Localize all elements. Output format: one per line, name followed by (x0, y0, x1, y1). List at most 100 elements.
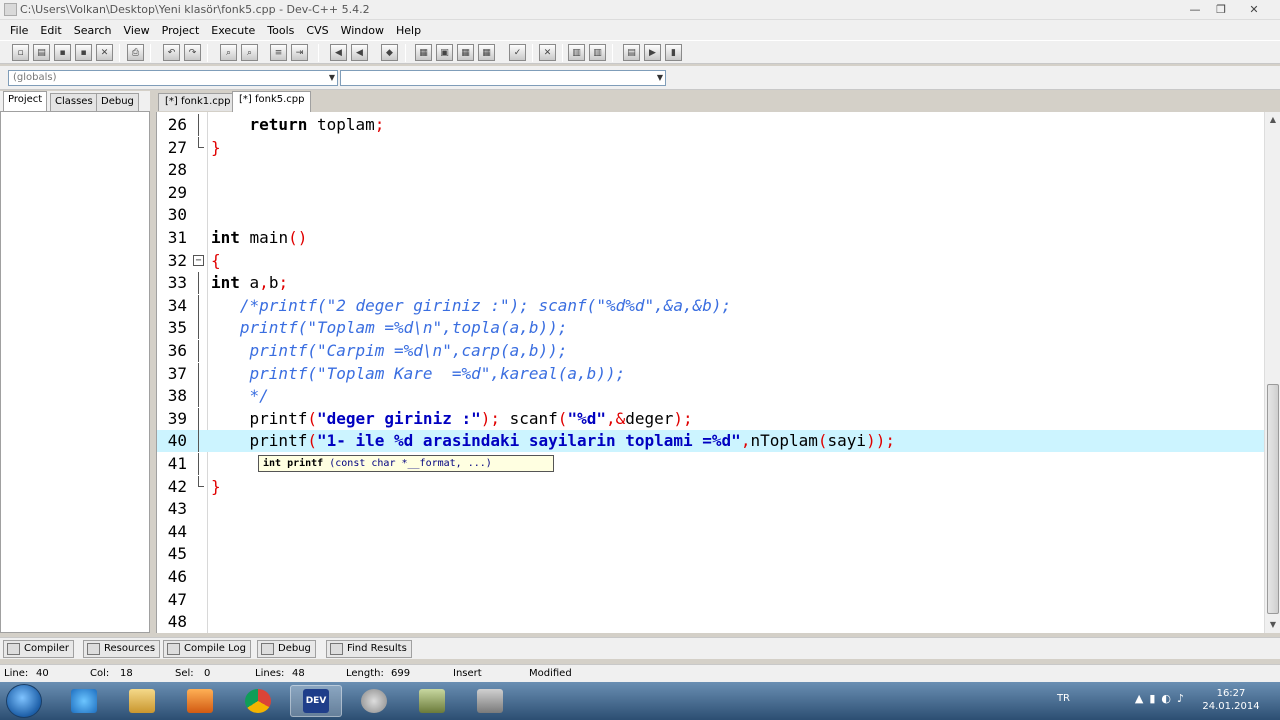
code-editor[interactable]: 26 return toplam; 27} 28 29 30 31 int main() 32… (156, 112, 1264, 633)
fold-marker[interactable]: − (193, 250, 205, 272)
undo-icon[interactable]: ↶ (163, 44, 180, 61)
profile-icon[interactable]: ▥ (568, 44, 585, 61)
rebuild-icon[interactable]: ▦ (478, 44, 495, 61)
tab-fonk5-cpp[interactable]: [*] fonk5.cpp (232, 91, 312, 112)
minimize-button[interactable]: — (1182, 0, 1208, 18)
language-indicator[interactable]: TR (1057, 693, 1070, 704)
compile-icon[interactable]: ▦ (415, 44, 432, 61)
scrollbar-thumb[interactable] (1267, 384, 1279, 614)
code-line[interactable]: 34 /*printf("2 deger giriniz :"); scanf(… (157, 294, 1264, 317)
line-number: 29 (167, 182, 187, 202)
code-line[interactable]: 27} (157, 136, 1264, 159)
code-line[interactable]: 28 (157, 159, 1264, 181)
goto-function-icon[interactable]: ⇥ (291, 44, 308, 61)
print-icon[interactable]: ⎙ (127, 44, 144, 61)
code-line[interactable]: 44 (157, 521, 1264, 543)
menu-help[interactable]: Help (390, 24, 427, 37)
tab-compile-log[interactable]: Compile Log (163, 640, 251, 658)
tab-classes[interactable]: Classes (50, 93, 98, 111)
save-icon[interactable]: ▪ (54, 44, 71, 61)
code-line[interactable]: 30 (157, 204, 1264, 226)
menu-cvs[interactable]: CVS (300, 24, 334, 37)
tab-find-results[interactable]: Find Results (326, 640, 412, 658)
code-line[interactable]: 46 (157, 566, 1264, 588)
stop-execution-icon[interactable]: ✕ (539, 44, 556, 61)
tab-project[interactable]: Project (3, 91, 48, 111)
run-icon[interactable]: ▣ (436, 44, 453, 61)
tab-debug-output[interactable]: Debug (257, 640, 316, 658)
save-all-icon[interactable]: ▪ (75, 44, 92, 61)
compile-run-icon[interactable]: ▦ (457, 44, 474, 61)
app3-icon[interactable] (464, 685, 516, 717)
code-line[interactable]: 32−{ (157, 250, 1264, 272)
code-line[interactable]: 40 printf("1- ile %d arasindaki sayilari… (157, 430, 1264, 453)
ie-icon[interactable] (58, 685, 110, 717)
code-token: )); (866, 431, 895, 451)
code-line[interactable]: 33 int a,b; (157, 272, 1264, 295)
stop-debug-icon[interactable]: ▮ (665, 44, 682, 61)
functions-combo[interactable]: ▼ (340, 70, 666, 86)
indent-left-icon[interactable]: ◀ (330, 44, 347, 61)
status-col: 18 (120, 668, 133, 679)
maximize-button[interactable]: ❐ (1208, 0, 1234, 18)
menu-tools[interactable]: Tools (261, 24, 300, 37)
explorer-icon[interactable] (116, 685, 168, 717)
code-line[interactable]: 45 (157, 543, 1264, 565)
code-line[interactable]: 47 (157, 589, 1264, 611)
menu-edit[interactable]: Edit (34, 24, 67, 37)
status-length-label: Length: (346, 668, 384, 679)
chrome-icon[interactable] (232, 685, 284, 717)
delete-profile-icon[interactable]: ▥ (589, 44, 606, 61)
menu-view[interactable]: View (118, 24, 156, 37)
find-icon[interactable]: ⌕ (220, 44, 237, 61)
step-icon[interactable]: ▶ (644, 44, 661, 61)
tab-fonk1-cpp[interactable]: [*] fonk1.cpp (158, 93, 238, 111)
tab-compiler[interactable]: Compiler (3, 640, 75, 658)
fold-collapse-icon[interactable]: − (193, 254, 204, 266)
code-line[interactable]: 29 (157, 182, 1264, 204)
menu-project[interactable]: Project (156, 24, 206, 37)
code-line[interactable]: 26 return toplam; (157, 114, 1264, 136)
close-file-icon[interactable]: ✕ (96, 44, 113, 61)
goto-line-icon[interactable]: ≡ (270, 44, 287, 61)
scroll-down-icon[interactable]: ▼ (1265, 617, 1280, 633)
globals-combo[interactable]: (globals) ▼ (8, 70, 338, 86)
code-line[interactable]: 39 printf("deger giriniz :"); scanf("%d"… (157, 407, 1264, 430)
menu-search[interactable]: Search (68, 24, 118, 37)
debug-icon[interactable]: ▤ (623, 44, 640, 61)
globals-combo-value: (globals) (13, 72, 57, 83)
code-line[interactable]: 38 */ (157, 385, 1264, 408)
code-line[interactable]: 42} (157, 475, 1264, 498)
tray-icons[interactable]: ▲▮◐♪ (1135, 692, 1190, 705)
resources-icon (87, 643, 100, 655)
menu-window[interactable]: Window (335, 24, 390, 37)
close-button[interactable]: ✕ (1234, 0, 1274, 18)
indent-right-icon[interactable]: ◀ (351, 44, 368, 61)
code-line[interactable]: 37 printf("Toplam Kare =%d",kareal(a,b))… (157, 362, 1264, 385)
media-player-icon[interactable] (174, 685, 226, 717)
check-syntax-icon[interactable]: ✓ (509, 44, 526, 61)
new-file-icon[interactable]: ▫ (12, 44, 29, 61)
menu-execute[interactable]: Execute (205, 24, 261, 37)
vertical-scrollbar[interactable]: ▲ ▼ (1264, 112, 1280, 633)
open-file-icon[interactable]: ▤ (33, 44, 50, 61)
scroll-up-icon[interactable]: ▲ (1265, 112, 1280, 128)
tab-resources[interactable]: Resources (83, 640, 161, 658)
code-token: , (259, 273, 269, 293)
start-button[interactable] (6, 684, 42, 718)
bookmark-icon[interactable]: ◆ (381, 44, 398, 61)
redo-icon[interactable]: ↷ (184, 44, 201, 61)
code-line[interactable]: 35 printf("Toplam =%d\n",topla(a,b)); (157, 317, 1264, 340)
code-line[interactable]: 36 printf("Carpim =%d\n",carp(a,b)); (157, 340, 1264, 362)
tab-debug[interactable]: Debug (96, 93, 139, 111)
clock[interactable]: 16:27 24.01.2014 (1196, 687, 1266, 713)
devcpp-icon[interactable]: DEV (290, 685, 342, 717)
code-line[interactable]: 48 (157, 611, 1264, 633)
project-browser[interactable] (0, 111, 150, 633)
replace-icon[interactable]: ⌕ (241, 44, 258, 61)
menu-file[interactable]: File (4, 24, 34, 37)
app-icon[interactable] (348, 685, 400, 717)
code-line[interactable]: 43 (157, 498, 1264, 520)
code-line[interactable]: 31 int main() (157, 227, 1264, 249)
app2-icon[interactable] (406, 685, 458, 717)
